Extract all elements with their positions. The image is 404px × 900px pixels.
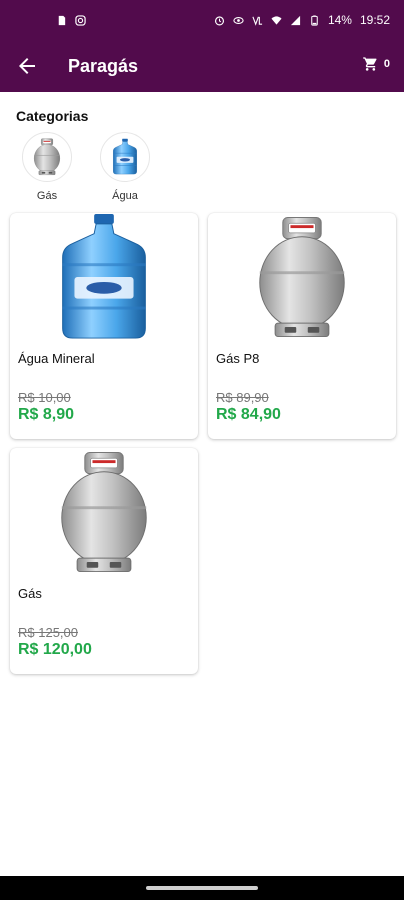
sim-icon bbox=[58, 15, 66, 25]
gas-cylinder-image bbox=[254, 215, 350, 341]
category-label: Água bbox=[112, 190, 138, 202]
cart-count: 0 bbox=[383, 58, 390, 70]
category-agua-avatar bbox=[100, 132, 150, 182]
signal-icon bbox=[290, 15, 301, 25]
water-jug-icon bbox=[111, 138, 139, 176]
cart-icon bbox=[363, 57, 377, 71]
alarm-icon bbox=[214, 15, 224, 25]
product-name: Água Mineral bbox=[18, 351, 95, 366]
category-label: Gás bbox=[36, 190, 58, 202]
volte-icon bbox=[252, 16, 263, 26]
product-price: R$ 84,90 bbox=[216, 406, 281, 423]
category-gas-avatar bbox=[22, 132, 72, 182]
product-price: R$ 120,00 bbox=[18, 641, 92, 658]
gas-cylinder-icon bbox=[32, 138, 62, 176]
product-card-agua-mineral[interactable]: Água Mineral R$ 10,00 R$ 8,90 bbox=[10, 213, 198, 439]
categories-title: Categorias bbox=[16, 108, 89, 124]
app-toolbar: Paragás 0 bbox=[0, 40, 404, 92]
product-price: R$ 8,90 bbox=[18, 406, 75, 423]
clock: 19:52 bbox=[359, 13, 390, 27]
status-bar: 14% 19:52 bbox=[0, 0, 404, 40]
system-nav-bar bbox=[0, 876, 404, 900]
product-image bbox=[10, 448, 198, 578]
instagram-icon bbox=[75, 14, 86, 26]
eye-icon bbox=[233, 16, 244, 24]
battery-icon bbox=[311, 14, 318, 26]
product-image bbox=[10, 213, 198, 343]
product-card-gas-p8[interactable]: Gás P8 R$ 89,90 R$ 84,90 bbox=[208, 213, 396, 439]
gas-cylinder-image bbox=[56, 450, 152, 576]
product-old-price: R$ 10,00 bbox=[18, 390, 71, 405]
back-arrow-icon[interactable] bbox=[14, 54, 40, 78]
cart-button[interactable]: 0 bbox=[362, 56, 390, 72]
product-name: Gás bbox=[18, 586, 42, 601]
category-gas[interactable]: Gás bbox=[21, 132, 73, 202]
product-image bbox=[208, 213, 396, 343]
product-card-gas[interactable]: Gás R$ 125,00 R$ 120,00 bbox=[10, 448, 198, 674]
water-jug-image bbox=[54, 214, 154, 342]
category-agua[interactable]: Água bbox=[99, 132, 151, 202]
home-gesture-handle[interactable] bbox=[146, 886, 258, 890]
wifi-icon bbox=[271, 15, 282, 25]
product-old-price: R$ 89,90 bbox=[216, 390, 269, 405]
battery-percent: 14% bbox=[327, 13, 352, 27]
product-old-price: R$ 125,00 bbox=[18, 625, 78, 640]
page-title: Paragás bbox=[68, 56, 139, 76]
product-name: Gás P8 bbox=[216, 351, 260, 366]
